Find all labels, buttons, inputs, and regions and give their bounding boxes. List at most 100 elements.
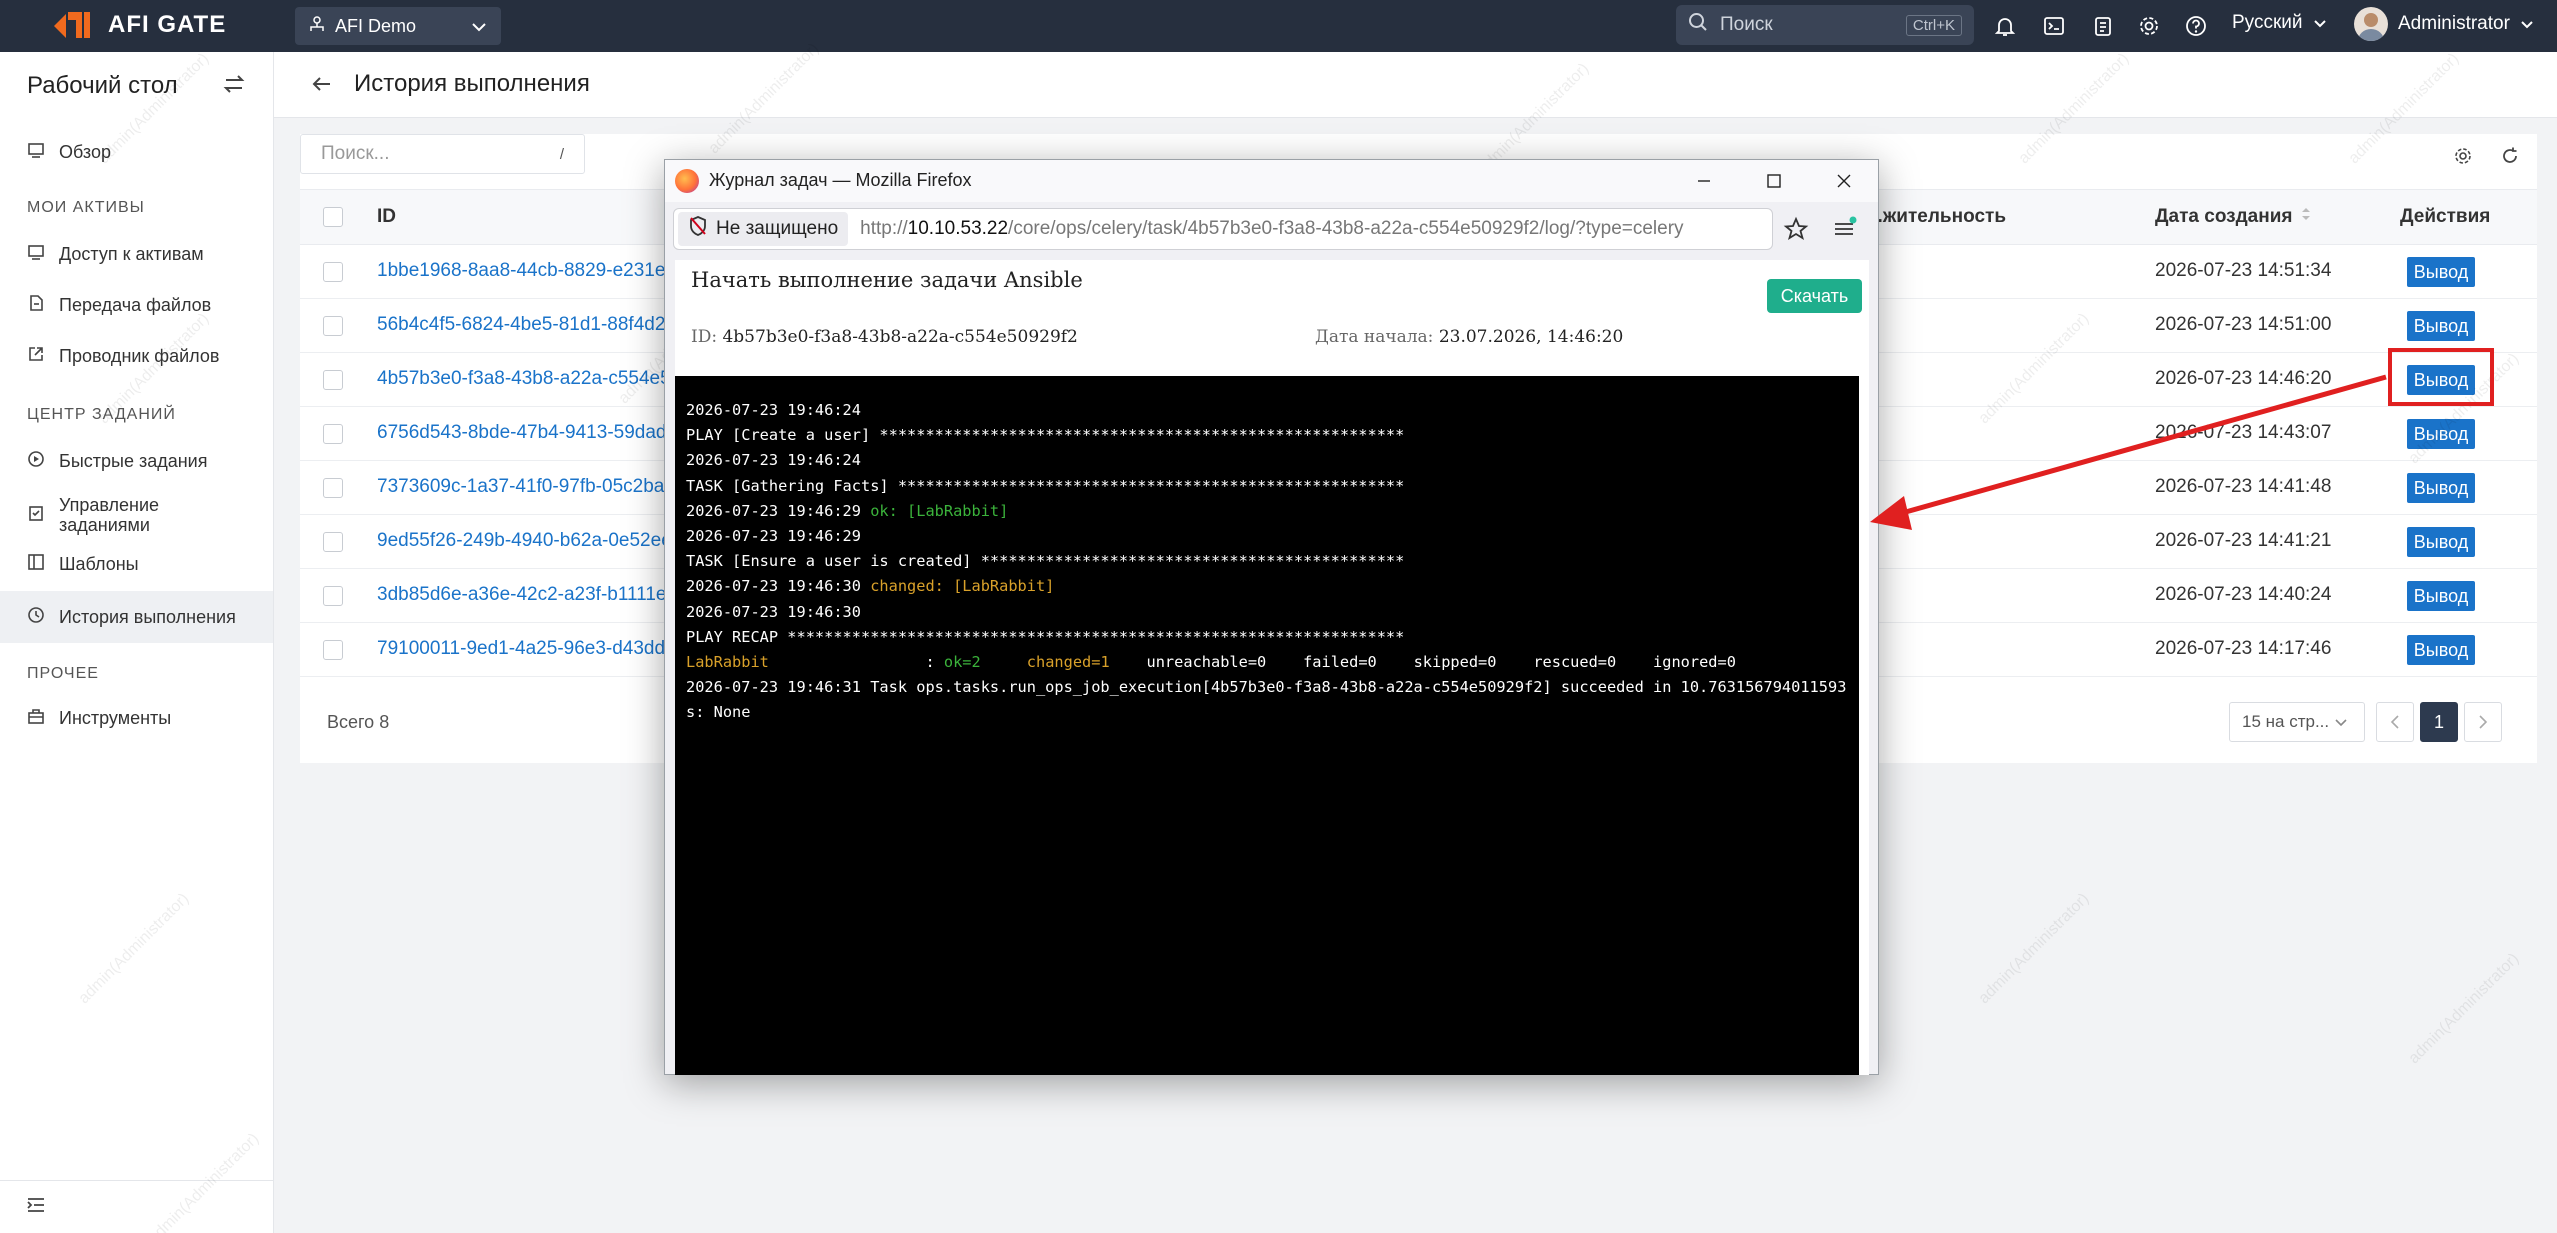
sidebar-item-overview[interactable]: Обзор	[0, 127, 273, 177]
row-checkbox[interactable]	[323, 316, 343, 336]
settings-icon[interactable]	[2453, 146, 2473, 171]
bell-icon[interactable]	[1991, 12, 2019, 40]
row-id-link[interactable]: 7373609c-1a37-41f0-97fb-05c2ba9	[377, 476, 675, 498]
sort-icon[interactable]	[2301, 206, 2311, 228]
sidebar: Рабочий стол Обзор МОИ АКТИВЫ Доступ к а…	[0, 52, 274, 1233]
clipboard-icon[interactable]	[2089, 12, 2117, 40]
row-created: 2026-07-23 14:40:24	[2155, 584, 2332, 605]
log-changed-status: changed: [LabRabbit]	[870, 577, 1055, 596]
search-icon	[1688, 12, 1708, 38]
output-button[interactable]: Вывод	[2407, 581, 2475, 611]
language-label: Русский	[2232, 12, 2303, 33]
log-date-value: 23.07.2026, 14:46:20	[1438, 327, 1624, 347]
chevron-down-icon	[471, 16, 487, 37]
log-id: ID: 4b57b3e0-f3a8-43b8-a22a-c554e50929f2	[691, 327, 1078, 347]
user-menu[interactable]: Administrator	[2354, 7, 2534, 41]
log-title: Начать выполнение задачи Ansible	[691, 268, 1083, 292]
log-line: PLAY RECAP *****************************…	[686, 627, 1405, 646]
logo[interactable]: AFI GATE	[52, 10, 226, 40]
sidebar-item-label: Передача файлов	[59, 294, 212, 315]
log-line: 2026-07-23 19:46:24	[686, 401, 861, 419]
column-duration[interactable]: ...жительность	[1867, 206, 2006, 228]
sidebar-item-asset-access[interactable]: Доступ к активам	[0, 229, 273, 279]
log-line: PLAY [Create a user] *******************…	[686, 426, 1405, 445]
watermark: admin(Administrator)	[1975, 890, 2093, 1008]
log-page: Начать выполнение задачи Ansible Скачать…	[675, 260, 1869, 1075]
insecure-indicator[interactable]: Не защищено	[678, 212, 849, 246]
sidebar-item-tools[interactable]: Инструменты	[0, 693, 273, 743]
log-id-value: 4b57b3e0-f3a8-43b8-a22a-c554e50929f2	[722, 327, 1078, 347]
bookmark-star-icon[interactable]	[1783, 216, 1809, 247]
column-created[interactable]: Дата создания	[2155, 206, 2311, 228]
gear-icon[interactable]	[2135, 12, 2163, 40]
label-line-2: заданиями	[59, 515, 150, 535]
address-field[interactable]: Не защищено http://10.10.53.22/core/ops/…	[673, 208, 1773, 250]
maximize-icon[interactable]	[1759, 166, 1789, 196]
output-button[interactable]: Вывод	[2407, 473, 2475, 503]
sidebar-item-execution-history[interactable]: История выполнения	[0, 591, 273, 643]
recap-rest: unreachable=0 failed=0 skipped=0 rescued…	[1146, 653, 1736, 672]
table-search-input[interactable]: Поиск... /	[300, 134, 585, 174]
sidebar-section-assets: МОИ АКТИВЫ	[27, 199, 145, 216]
download-button[interactable]: Скачать	[1767, 279, 1862, 313]
back-arrow-icon[interactable]	[310, 72, 334, 101]
prev-page-button[interactable]	[2376, 702, 2414, 742]
row-checkbox[interactable]	[323, 478, 343, 498]
log-id-label: ID:	[691, 327, 718, 347]
row-created: 2026-07-23 14:51:34	[2155, 260, 2332, 281]
search-shortcut: /	[559, 145, 564, 163]
row-checkbox[interactable]	[323, 532, 343, 552]
swap-icon[interactable]	[222, 72, 246, 101]
sidebar-collapse[interactable]	[0, 1180, 273, 1233]
row-checkbox[interactable]	[323, 370, 343, 390]
row-id-link[interactable]: 4b57b3e0-f3a8-43b8-a22a-c554e5	[377, 368, 671, 390]
page-size-select[interactable]: 15 на стр...	[2229, 702, 2365, 742]
output-button[interactable]: Вывод	[2407, 311, 2475, 341]
firefox-window: Журнал задач — Mozilla Firefox Не защище…	[664, 159, 1879, 1075]
row-id-link[interactable]: 3db85d6e-a36e-42c2-a23f-b1111e	[377, 584, 666, 606]
sidebar-item-quick-jobs[interactable]: Быстрые задания	[0, 436, 273, 486]
sidebar-item-file-transfer[interactable]: Передача файлов	[0, 280, 273, 330]
global-search[interactable]: Поиск Ctrl+K	[1676, 5, 1974, 45]
sidebar-item-label: Обзор	[59, 141, 111, 162]
column-id[interactable]: ID	[377, 206, 396, 228]
url-path: /core/ops/celery/task/4b57b3e0-f3a8-43b8…	[1008, 218, 1684, 239]
row-id-link[interactable]: 9ed55f26-249b-4940-b62a-0e52ee	[377, 530, 672, 552]
refresh-icon[interactable]	[2500, 146, 2520, 171]
help-icon[interactable]	[2182, 12, 2210, 40]
sidebar-item-file-explorer[interactable]: Проводник файлов	[0, 331, 273, 381]
org-icon	[309, 15, 325, 37]
page-1-button[interactable]: 1	[2420, 702, 2458, 742]
logo-mark-icon	[52, 10, 98, 40]
menu-collapse-icon	[26, 1197, 46, 1218]
close-icon[interactable]	[1829, 166, 1859, 196]
select-all-checkbox[interactable]	[323, 207, 343, 227]
org-selector[interactable]: AFI Demo	[295, 7, 501, 45]
row-id-link[interactable]: 56b4c4f5-6824-4be5-81d1-88f4d28	[377, 314, 676, 336]
log-terminal[interactable]: 2026-07-23 19:46:24 PLAY [Create a user] …	[675, 376, 1859, 1075]
terminal-icon[interactable]	[2040, 12, 2068, 40]
next-page-button[interactable]	[2464, 702, 2502, 742]
row-checkbox[interactable]	[323, 586, 343, 606]
output-button[interactable]: Вывод	[2407, 257, 2475, 287]
row-checkbox[interactable]	[323, 640, 343, 660]
row-id-link[interactable]: 6756d543-8bde-47b4-9413-59dad8	[377, 422, 677, 444]
user-name: Administrator	[2398, 13, 2510, 34]
row-checkbox[interactable]	[323, 262, 343, 282]
row-id-link[interactable]: 1bbe1968-8aa8-44cb-8829-e231e3	[377, 260, 676, 282]
sidebar-item-templates[interactable]: Шаблоны	[0, 539, 273, 589]
page-size-value: 15 на стр...	[2242, 712, 2330, 731]
language-selector[interactable]: Русский	[2232, 12, 2327, 34]
output-button[interactable]: Вывод	[2407, 527, 2475, 557]
sidebar-item-job-management[interactable]: Управление заданиями	[0, 487, 273, 543]
row-id-link[interactable]: 79100011-9ed1-4a25-96e3-d43dd4	[377, 638, 676, 660]
minimize-icon[interactable]	[1689, 166, 1719, 196]
output-button[interactable]: Вывод	[2407, 635, 2475, 665]
hamburger-menu-icon[interactable]	[1831, 216, 1857, 247]
output-button[interactable]: Вывод	[2407, 419, 2475, 449]
chevron-down-icon	[2313, 12, 2327, 34]
window-titlebar[interactable]: Журнал задач — Mozilla Firefox	[665, 160, 1878, 202]
chevron-right-icon	[2479, 715, 2488, 729]
column-actions: Действия	[2400, 206, 2491, 227]
row-checkbox[interactable]	[323, 424, 343, 444]
